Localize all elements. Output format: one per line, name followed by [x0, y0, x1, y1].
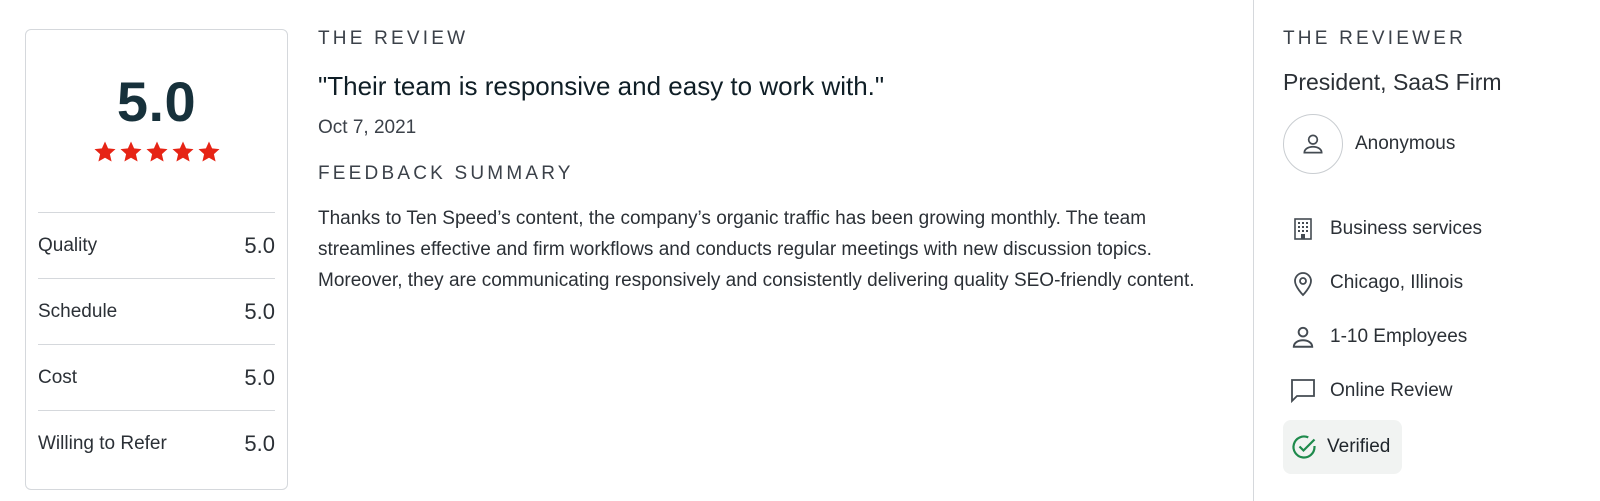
star-icon — [94, 141, 115, 162]
reviewer-title: President, SaaS Firm — [1283, 69, 1502, 95]
column-divider — [1253, 0, 1254, 501]
verified-badge: Verified — [1283, 420, 1403, 474]
location-pin-icon — [1294, 272, 1312, 297]
star-icon — [146, 141, 167, 162]
star-rating — [26, 140, 287, 164]
metric-row-willing-to-refer: Willing to Refer 5.0 — [38, 410, 275, 476]
detail-text: Chicago, Illinois — [1330, 272, 1464, 293]
detail-text: Business services — [1330, 218, 1483, 239]
detail-review-type: Online Review — [1283, 364, 1583, 418]
verified-label: Verified — [1327, 436, 1391, 457]
review-section: THE REVIEW "Their team is responsive and… — [318, 28, 1218, 296]
reviewer-section: THE REVIEWER President, SaaS Firm Anonym… — [1283, 28, 1583, 474]
review-quote: "Their team is responsive and easy to wo… — [318, 71, 885, 101]
detail-location: Chicago, Illinois — [1283, 256, 1583, 310]
chat-bubble-icon — [1291, 379, 1315, 404]
metric-value: 5.0 — [244, 298, 275, 324]
metric-value: 5.0 — [244, 430, 275, 456]
building-icon — [1294, 218, 1312, 240]
review-heading: THE REVIEW — [318, 28, 469, 49]
person-icon — [1292, 326, 1314, 348]
detail-company-size: 1-10 Employees — [1283, 310, 1583, 364]
rating-card: 5.0 Quality 5.0 Schedule 5.0 Cost 5.0 Wi… — [25, 29, 288, 490]
metric-label: Quality — [38, 234, 98, 256]
detail-text: Online Review — [1330, 380, 1453, 401]
detail-text: 1-10 Employees — [1330, 326, 1468, 347]
metric-value: 5.0 — [244, 232, 275, 258]
feedback-summary-text: Thanks to Ten Speed’s content, the compa… — [318, 208, 1195, 291]
avatar — [1283, 114, 1343, 174]
reviewer-name: Anonymous — [1355, 133, 1456, 154]
metric-label: Cost — [38, 366, 78, 388]
metric-row-cost: Cost 5.0 — [38, 344, 275, 410]
star-icon — [120, 141, 141, 162]
metric-label: Schedule — [38, 300, 118, 322]
reviewer-identity: Anonymous — [1283, 114, 1583, 174]
star-icon — [172, 141, 193, 162]
rating-metrics: Quality 5.0 Schedule 5.0 Cost 5.0 Willin… — [38, 212, 275, 476]
metric-label: Willing to Refer — [38, 432, 167, 454]
star-icon — [198, 141, 219, 162]
reviewer-details: Business services Chicago, Illinois 1-10… — [1283, 202, 1583, 418]
metric-value: 5.0 — [244, 364, 275, 390]
check-circle-icon — [1292, 435, 1316, 459]
overall-rating: 5.0 — [116, 70, 197, 133]
reviewer-heading: THE REVIEWER — [1283, 28, 1467, 49]
feedback-summary-heading: FEEDBACK SUMMARY — [318, 163, 574, 184]
detail-industry: Business services — [1283, 202, 1583, 256]
review-date: Oct 7, 2021 — [318, 117, 417, 138]
metric-row-quality: Quality 5.0 — [38, 212, 275, 278]
metric-row-schedule: Schedule 5.0 — [38, 278, 275, 344]
person-icon — [1303, 134, 1323, 154]
